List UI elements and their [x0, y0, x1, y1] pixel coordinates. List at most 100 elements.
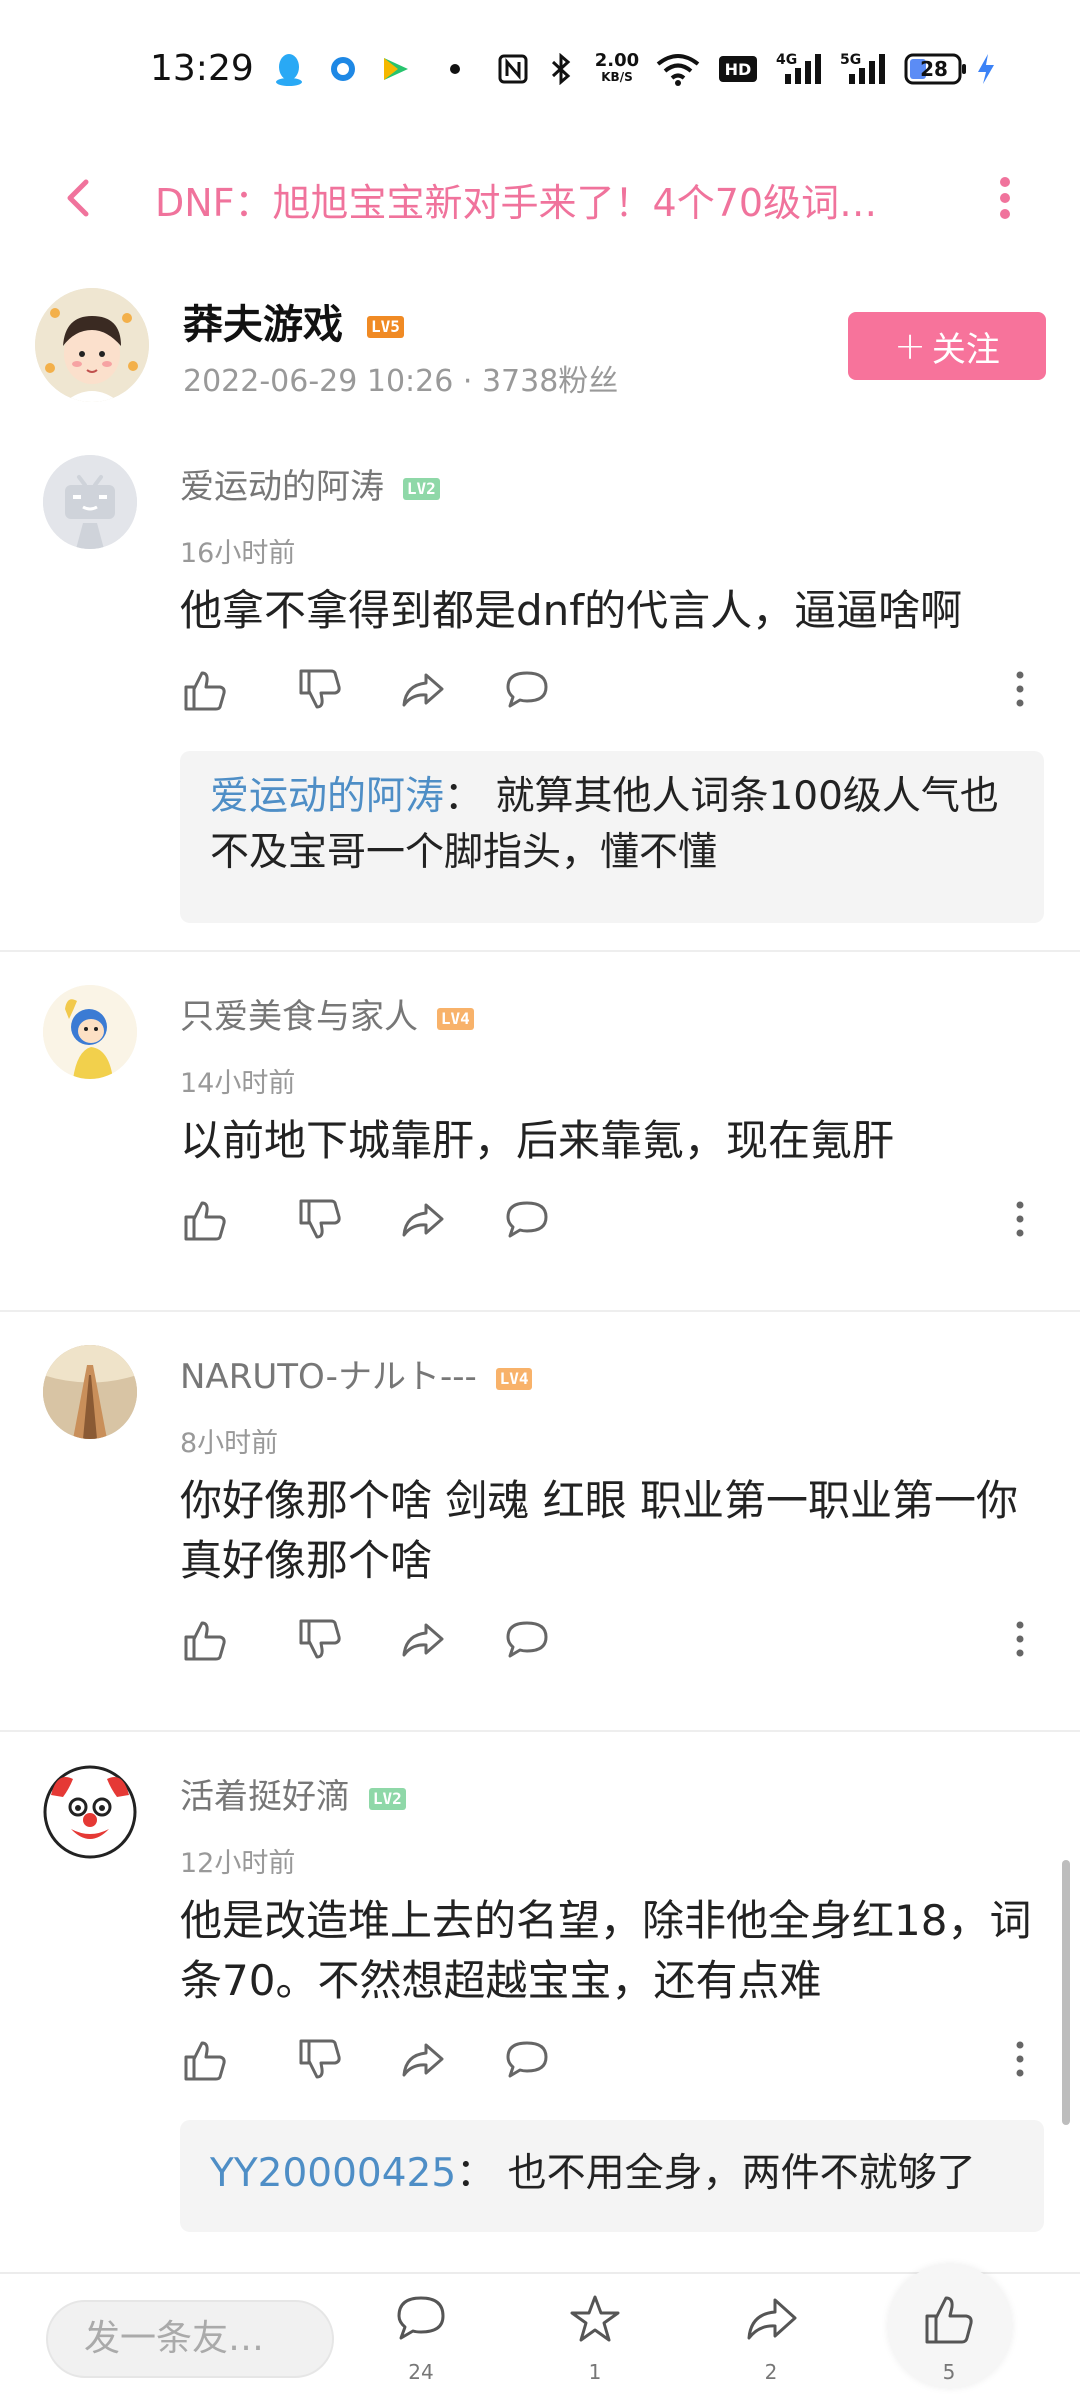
- thumbs-down-icon: [299, 2039, 341, 2079]
- thumbs-down-icon: [299, 1199, 341, 1239]
- level-badge: LV4: [495, 1367, 533, 1390]
- reply-button[interactable]: [502, 1615, 552, 1665]
- reply-preview[interactable]: YY20000425： 也不用全身，两件不就够了: [180, 2120, 1044, 2232]
- status-time: 13:29: [150, 48, 254, 89]
- scrollbar[interactable]: [1062, 1860, 1070, 2125]
- author-meta: 2022-06-29 10:26 · 3738粉丝: [183, 364, 619, 399]
- like-button[interactable]: [180, 2035, 230, 2085]
- level-badge: LV5: [366, 316, 404, 338]
- thumbs-up-icon: [184, 2041, 226, 2081]
- comment-actions: [180, 2035, 1040, 2095]
- comment-item: 只爱美食与家人 LV4 14小时前 以前地下城靠肝，后来靠氪，现在氪肝: [0, 985, 1080, 1305]
- wifi-icon: [654, 52, 702, 86]
- hd-icon: HD: [718, 52, 758, 86]
- comment-bubble-icon: [506, 1201, 548, 1238]
- like-count: 5: [942, 2360, 956, 2384]
- reply-preview[interactable]: 爱运动的阿涛： 就算其他人词条100级人气也不及宝哥一个脚指头，懂不懂: [180, 751, 1044, 923]
- more-options-button[interactable]: [985, 168, 1025, 228]
- reply-button[interactable]: [502, 1195, 552, 1245]
- comment-text[interactable]: 他是改造堆上去的名望，除非他全身红18，词条70。不然想超越宝宝，还有点难: [180, 1891, 1040, 2011]
- comment-more-button[interactable]: [1010, 1195, 1030, 1245]
- battery-icon: 28: [904, 52, 968, 86]
- nfc-icon: [496, 52, 530, 86]
- share-icon: [402, 1623, 444, 1657]
- commenter-name[interactable]: NARUTO-ナルト--- LV4: [180, 1349, 533, 1398]
- dislike-button[interactable]: [295, 1195, 345, 1245]
- commenter-avatar[interactable]: [43, 1345, 137, 1439]
- share-button[interactable]: [398, 665, 448, 715]
- chevron-left-icon: [67, 179, 89, 217]
- commenter-avatar[interactable]: [43, 1765, 137, 1859]
- thumbs-up-icon: [184, 1621, 226, 1661]
- share-button[interactable]: 2: [726, 2292, 816, 2392]
- comment-time: 14小时前: [180, 1068, 296, 1099]
- comment-text[interactable]: 以前地下城靠肝，后来靠氪，现在氪肝: [180, 1111, 1040, 1171]
- comment-item: 活着挺好滴 LV2 12小时前 他是改造堆上去的名望，除非他全身红18，词条70…: [0, 1765, 1080, 2245]
- article-title[interactable]: DNF：旭旭宝宝新对手来了！4个70级词…: [155, 172, 955, 227]
- share-button[interactable]: [398, 2035, 448, 2085]
- more-vertical-icon: [1016, 1201, 1024, 1237]
- circle-app-icon: [328, 52, 358, 86]
- reply-button[interactable]: [502, 2035, 552, 2085]
- comment-actions: [180, 1195, 1040, 1255]
- comment-text[interactable]: 他拿不拿得到都是dnf的代言人，逼逼啥啊: [180, 581, 1040, 641]
- commenter-name[interactable]: 只爱美食与家人 LV4: [180, 989, 474, 1038]
- favorite-button[interactable]: 1: [550, 2292, 640, 2392]
- net-speed: 2.00 KB/S: [594, 50, 640, 85]
- like-button[interactable]: [180, 1615, 230, 1665]
- reply-username[interactable]: YY20000425: [210, 2151, 456, 2196]
- comment-item: 爱运动的阿涛 LV2 16小时前 他拿不拿得到都是dnf的代言人，逼逼啥啊 爱运…: [0, 455, 1080, 950]
- plus-icon: +: [894, 324, 926, 368]
- author-avatar[interactable]: [35, 288, 149, 402]
- thumbs-up-icon: [925, 2296, 973, 2344]
- comments-button[interactable]: 24: [376, 2292, 466, 2392]
- star-icon: [570, 2295, 620, 2342]
- comment-more-button[interactable]: [1010, 1615, 1030, 1665]
- dislike-button[interactable]: [295, 1615, 345, 1665]
- reply-username[interactable]: 爱运动的阿涛: [210, 774, 444, 819]
- more-vertical-icon: [1016, 671, 1024, 707]
- share-count: 2: [764, 2360, 778, 2384]
- comment-count: 24: [408, 2360, 434, 2384]
- author-name[interactable]: 莽夫游戏 LV5: [183, 292, 404, 350]
- author-row: 莽夫游戏 LV5 2022-06-29 10:26 · 3738粉丝 + 关注: [0, 280, 1080, 410]
- divider: [0, 1730, 1080, 1732]
- comment-bubble-icon: [506, 1621, 548, 1658]
- bottom-action-bar: 发一条友… 24 1 2 5: [0, 2264, 1080, 2400]
- signal-5g-icon: 5G: [840, 52, 892, 86]
- commenter-name[interactable]: 爱运动的阿涛 LV2: [180, 459, 440, 508]
- comment-text[interactable]: 你好像那个啥 剑魂 红眼 职业第一职业第一你真好像那个啥: [180, 1471, 1040, 1591]
- back-button[interactable]: [50, 168, 110, 228]
- divider: [0, 950, 1080, 952]
- share-button[interactable]: [398, 1195, 448, 1245]
- like-button[interactable]: [180, 665, 230, 715]
- commenter-avatar[interactable]: [43, 455, 137, 549]
- signal-icon: 4G: [776, 52, 828, 86]
- dislike-button[interactable]: [295, 665, 345, 715]
- comment-bubble-icon: [506, 2041, 548, 2078]
- play-app-icon: [378, 52, 412, 86]
- svg-text:HD: HD: [725, 60, 752, 79]
- like-button[interactable]: 5: [904, 2292, 994, 2392]
- thumbs-down-icon: [299, 1619, 341, 1659]
- more-vertical-icon: [1000, 177, 1010, 219]
- follow-button[interactable]: + 关注: [848, 312, 1046, 380]
- dot-icon: [448, 52, 462, 86]
- comment-more-button[interactable]: [1010, 665, 1030, 715]
- divider: [0, 1310, 1080, 1312]
- comment-actions: [180, 1615, 1040, 1675]
- share-icon: [402, 1203, 444, 1237]
- comment-item: NARUTO-ナルト--- LV4 8小时前 你好像那个啥 剑魂 红眼 职业第一…: [0, 1345, 1080, 1725]
- more-vertical-icon: [1016, 1621, 1024, 1657]
- like-button[interactable]: [180, 1195, 230, 1245]
- reply-button[interactable]: [502, 665, 552, 715]
- comment-bubble-icon: [506, 671, 548, 708]
- commenter-avatar[interactable]: [43, 985, 137, 1079]
- comment-input[interactable]: 发一条友…: [46, 2300, 334, 2378]
- dislike-button[interactable]: [295, 2035, 345, 2085]
- comment-more-button[interactable]: [1010, 2035, 1030, 2085]
- share-button[interactable]: [398, 1615, 448, 1665]
- commenter-name[interactable]: 活着挺好滴 LV2: [180, 1769, 406, 1818]
- qq-icon: [272, 52, 306, 86]
- top-bar: DNF：旭旭宝宝新对手来了！4个70级词…: [0, 150, 1080, 246]
